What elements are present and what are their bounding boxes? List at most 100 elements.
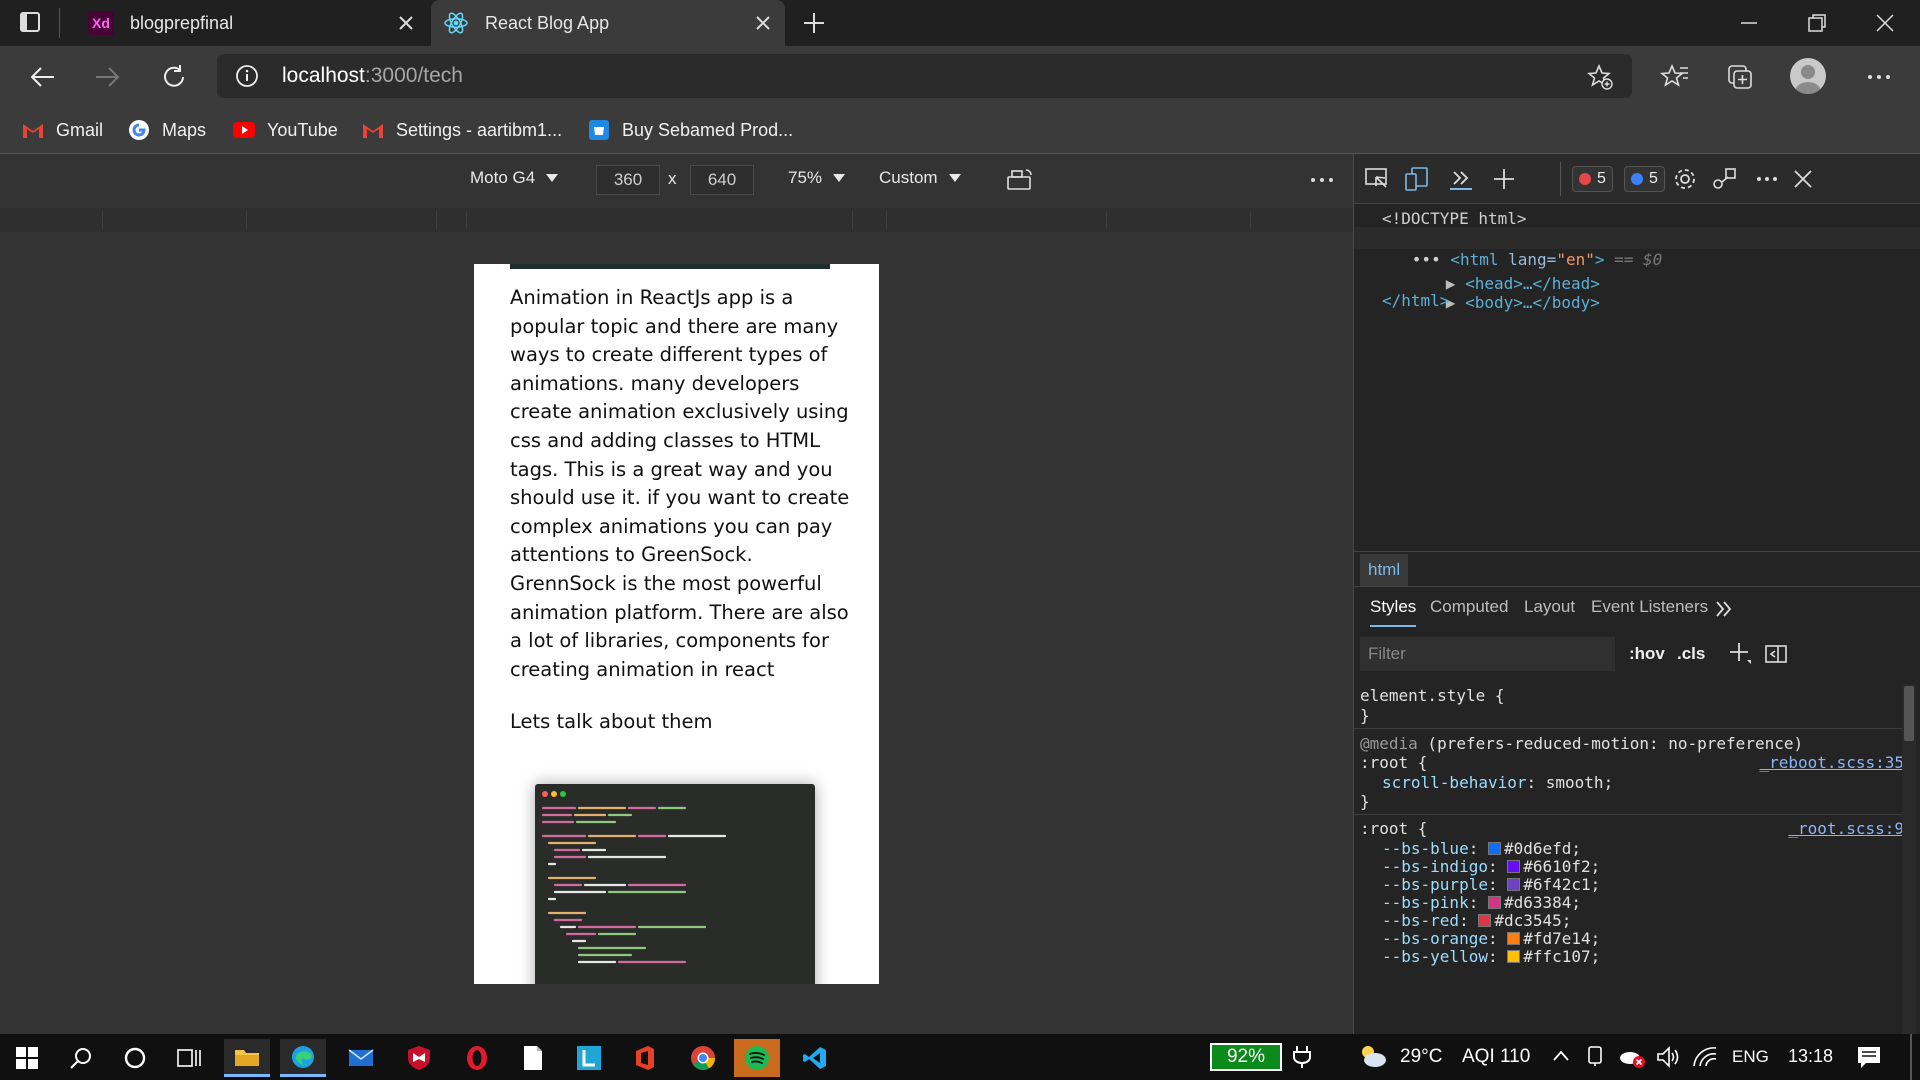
close-tab-icon[interactable] xyxy=(396,13,416,33)
weather-temp[interactable]: 29°C xyxy=(1400,1046,1442,1068)
address-bar[interactable]: localhost:3000/tech xyxy=(217,54,1632,98)
search-icon[interactable] xyxy=(58,1039,104,1077)
spotify-icon[interactable] xyxy=(734,1039,780,1077)
hov-toggle[interactable]: :hov xyxy=(1629,644,1665,664)
scroll-behavior-decl[interactable]: scroll-behavior: smooth; xyxy=(1382,773,1613,793)
task-view-icon[interactable] xyxy=(166,1039,212,1077)
bookmark-maps[interactable]: Maps xyxy=(128,116,206,144)
color-swatch[interactable] xyxy=(1487,896,1501,909)
inspect-element-icon[interactable] xyxy=(1364,166,1390,192)
device-emulation-icon[interactable] xyxy=(1404,166,1430,192)
collections-icon[interactable] xyxy=(1725,62,1755,92)
close-devtools-icon[interactable] xyxy=(1792,168,1814,190)
gear-icon[interactable] xyxy=(1672,166,1698,192)
rotate-icon[interactable] xyxy=(1006,167,1034,193)
new-style-rule-icon[interactable] xyxy=(1728,641,1752,665)
weather-icon[interactable] xyxy=(1356,1042,1388,1070)
color-swatch[interactable] xyxy=(1507,860,1521,873)
css-var-decl[interactable]: --bs-indigo: #6610f2; xyxy=(1382,857,1600,877)
back-icon[interactable] xyxy=(28,63,56,91)
close-window-icon[interactable] xyxy=(1874,12,1896,34)
css-var-decl[interactable]: --bs-red: #dc3545; xyxy=(1382,911,1571,931)
element-style-selector[interactable]: element.style { xyxy=(1360,686,1505,706)
cls-toggle[interactable]: .cls xyxy=(1677,644,1705,664)
emulated-device-screen[interactable]: Animation in ReactJs app is a popular to… xyxy=(474,264,879,984)
office-icon[interactable] xyxy=(622,1039,668,1077)
language-indicator[interactable]: ENG xyxy=(1732,1047,1769,1067)
dom-html-close[interactable]: </html> xyxy=(1382,290,1449,312)
notification-center-icon[interactable] xyxy=(1856,1044,1882,1070)
bookmark-sebamed[interactable]: Buy Sebamed Prod... xyxy=(588,116,793,144)
device-height-input[interactable]: 640 xyxy=(690,165,754,195)
dom-body-node[interactable]: ▶ <body>…</body> xyxy=(1388,270,1600,312)
more-style-tabs-icon[interactable] xyxy=(1714,599,1734,619)
color-swatch[interactable] xyxy=(1507,878,1521,891)
url-text[interactable]: localhost:3000/tech xyxy=(282,64,463,88)
root-selector[interactable]: :root { xyxy=(1360,819,1427,838)
power-plug-icon[interactable] xyxy=(1292,1045,1312,1069)
settings-more-icon[interactable] xyxy=(1864,62,1894,92)
aqi-value[interactable]: AQI 110 xyxy=(1462,1046,1530,1068)
vscode-icon[interactable] xyxy=(792,1039,838,1077)
bookmark-settings-gmail[interactable]: Settings - aartibm1... xyxy=(362,116,562,144)
refresh-icon[interactable] xyxy=(160,63,188,91)
tab-actions-icon[interactable] xyxy=(18,10,42,34)
new-tab-icon[interactable] xyxy=(802,11,826,35)
site-info-icon[interactable] xyxy=(235,64,259,88)
css-var-decl[interactable]: --bs-blue: #0d6efd; xyxy=(1382,839,1581,859)
add-tool-icon[interactable] xyxy=(1492,167,1516,191)
opera-icon[interactable] xyxy=(454,1039,500,1077)
toggle-sidebar-icon[interactable] xyxy=(1764,643,1788,665)
device-select[interactable]: Moto G4 xyxy=(470,168,559,188)
errors-badge[interactable]: 5 xyxy=(1572,166,1613,192)
throttle-select[interactable]: Custom xyxy=(879,168,962,188)
reboot-source-link[interactable]: _reboot.scss:35 xyxy=(1760,753,1905,773)
mcafee-icon[interactable] xyxy=(396,1039,442,1077)
connections-icon[interactable] xyxy=(1712,166,1738,192)
color-swatch[interactable] xyxy=(1507,932,1521,945)
scrollbar-thumb[interactable] xyxy=(1904,686,1914,741)
edge-icon[interactable] xyxy=(280,1039,326,1077)
more-tabs-icon[interactable] xyxy=(1450,168,1472,190)
messages-badge[interactable]: 5 xyxy=(1624,166,1665,192)
forward-icon[interactable] xyxy=(94,63,122,91)
restore-icon[interactable] xyxy=(1806,12,1828,34)
tab-react-blog-app[interactable]: React Blog App xyxy=(431,0,785,46)
minimize-icon[interactable] xyxy=(1738,12,1760,34)
tab-blogprepfinal[interactable]: Xd blogprepfinal xyxy=(76,0,428,46)
device-more-options-icon[interactable] xyxy=(1308,170,1336,190)
devtools-more-icon[interactable] xyxy=(1754,170,1780,188)
bookmark-youtube[interactable]: YouTube xyxy=(233,116,338,144)
close-tab-icon[interactable] xyxy=(753,13,773,33)
breadcrumb-html[interactable]: html xyxy=(1360,554,1409,586)
chevron-up-icon[interactable] xyxy=(1552,1048,1570,1064)
css-var-decl[interactable]: --bs-yellow: #ffc107; xyxy=(1382,947,1600,967)
profile-avatar-icon[interactable] xyxy=(1790,58,1826,94)
root-selector[interactable]: :root { xyxy=(1360,753,1427,772)
tab-event-listeners[interactable]: Event Listeners xyxy=(1591,597,1708,617)
css-var-decl[interactable]: --bs-purple: #6f42c1; xyxy=(1382,875,1600,895)
favorites-icon[interactable] xyxy=(1660,62,1690,92)
wifi-icon[interactable] xyxy=(1692,1046,1718,1068)
onedrive-error-icon[interactable] xyxy=(1618,1044,1646,1070)
notepad-icon[interactable] xyxy=(510,1039,556,1077)
chrome-icon[interactable] xyxy=(680,1039,726,1077)
styles-scrollbar[interactable] xyxy=(1902,684,1916,1034)
zoom-select[interactable]: 75% xyxy=(788,168,846,188)
windows-start-icon[interactable] xyxy=(4,1039,50,1077)
cortana-icon[interactable] xyxy=(112,1039,158,1077)
color-swatch[interactable] xyxy=(1478,914,1492,927)
dom-html-node-selected[interactable]: ••• <html lang="en"> == $0 xyxy=(1354,227,1920,269)
tab-computed[interactable]: Computed xyxy=(1430,597,1508,617)
tab-layout[interactable]: Layout xyxy=(1524,597,1575,617)
mail-icon[interactable] xyxy=(338,1039,384,1077)
lens-app-icon[interactable] xyxy=(566,1039,612,1077)
css-var-decl[interactable]: --bs-orange: #fd7e14; xyxy=(1382,929,1600,949)
root-source-link[interactable]: _root.scss:9 xyxy=(1788,819,1904,839)
bookmark-gmail[interactable]: Gmail xyxy=(22,116,103,144)
tab-styles[interactable]: Styles xyxy=(1370,597,1417,627)
styles-filter-input[interactable]: Filter xyxy=(1360,637,1615,671)
clock-time[interactable]: 13:18 xyxy=(1788,1046,1833,1067)
device-tray-icon[interactable] xyxy=(1586,1045,1606,1067)
color-swatch[interactable] xyxy=(1507,950,1521,963)
